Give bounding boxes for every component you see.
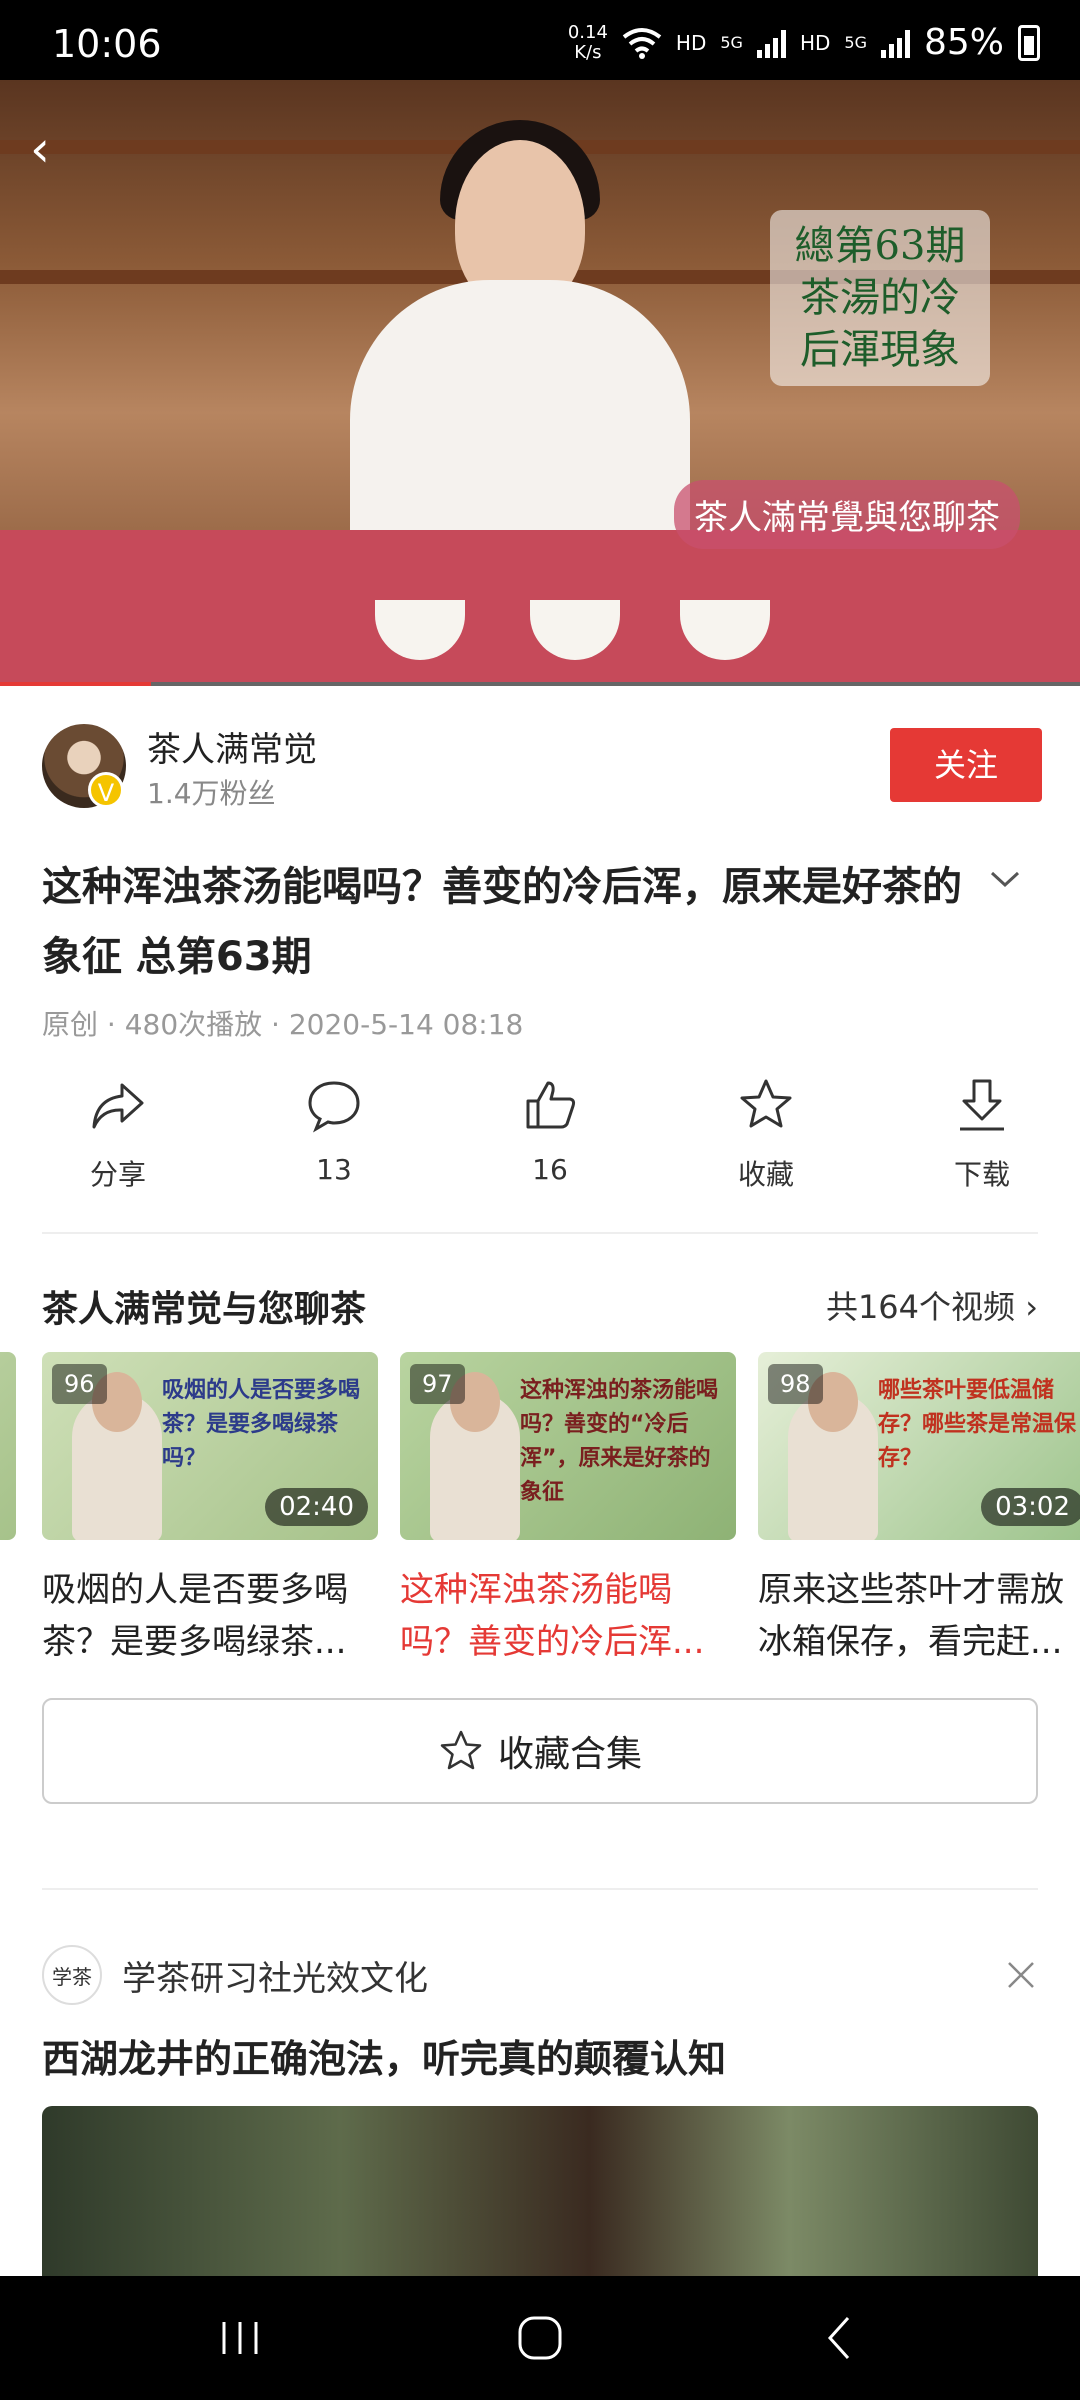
battery-icon <box>1018 24 1040 61</box>
like-count: 16 <box>532 1153 568 1186</box>
chevron-down-icon[interactable] <box>988 862 1022 896</box>
video-overlay-title: 總第63期 茶湯的冷 后渾現象 <box>770 210 990 386</box>
collection-thumbnail <box>0 1352 16 1540</box>
collection-count-link[interactable]: 共164个视频 › <box>826 1282 1038 1328</box>
net-speed-value: 0.14 <box>567 21 608 43</box>
divider <box>42 1232 1038 1234</box>
author-fans: 1.4万粉丝 <box>147 777 276 810</box>
action-bar: 分享 13 16 收藏 下载 <box>0 1075 1080 1215</box>
signal-icon-1 <box>756 28 786 58</box>
favorite-button[interactable]: 收藏 <box>668 1075 864 1215</box>
network-type-2: 5G <box>844 33 867 52</box>
video-progress-fill <box>0 682 152 686</box>
share-button[interactable]: 分享 <box>20 1075 216 1215</box>
author-row[interactable]: V 茶人满常觉 1.4万粉丝 关注 <box>42 722 1042 812</box>
feed-author-name[interactable]: 学茶研习社光效文化 <box>122 1951 428 2000</box>
share-icon <box>92 1083 144 1129</box>
download-icon <box>960 1079 1004 1131</box>
collection-carousel[interactable]: 吸烟的人是否要多喝茶？是要多喝绿茶吗？ 96 02:40 吸烟的人是否要多喝茶？… <box>0 1352 1080 1672</box>
close-icon[interactable] <box>1004 1958 1038 1992</box>
network-speed: 0.14 K/s <box>567 21 608 63</box>
status-time: 10:06 <box>52 22 162 66</box>
star-icon <box>740 1079 792 1128</box>
comment-button[interactable]: 13 <box>236 1075 432 1215</box>
like-icon <box>526 1081 576 1129</box>
collection-thumbnail: 吸烟的人是否要多喝茶？是要多喝绿茶吗？ 96 02:40 <box>42 1352 378 1540</box>
collection-title: 茶人满常觉与您聊茶 <box>42 1289 367 1330</box>
comment-icon <box>308 1081 360 1133</box>
episode-number: 96 <box>52 1364 107 1404</box>
author-name[interactable]: 茶人满常觉 <box>147 722 317 771</box>
feed-author-avatar[interactable]: 学茶 <box>42 1945 102 2005</box>
home-icon[interactable] <box>510 2310 570 2366</box>
collection-item[interactable]: 吸烟的人是否要多喝茶？是要多喝绿茶吗？ 96 02:40 吸烟的人是否要多喝茶？… <box>42 1352 378 1668</box>
comment-count: 13 <box>316 1153 352 1186</box>
video-progress-track[interactable] <box>0 682 1080 686</box>
video-duration: 02:40 <box>265 1488 368 1526</box>
favorite-label: 收藏 <box>737 1158 794 1191</box>
section-divider <box>42 1888 1038 1890</box>
video-meta: 原创 · 480次播放 · 2020-5-14 08:18 <box>42 1008 524 1041</box>
video-title: 这种浑浊茶汤能喝吗？善变的冷后浑，原来是好茶的象征 总第63期 <box>42 864 962 980</box>
back-nav-icon[interactable] <box>810 2310 870 2366</box>
wifi-icon <box>622 27 662 59</box>
thumbnail-text: 吸烟的人是否要多喝茶？是要多喝绿茶吗？ <box>162 1378 361 1471</box>
feed-video-thumbnail[interactable] <box>42 2106 1038 2276</box>
collection-thumbnail: 哪些茶叶要低温储存？哪些茶是常温保存？ 98 03:02 <box>758 1352 1080 1540</box>
collection-item[interactable]: 哪些茶叶要低温储存？哪些茶是常温保存？ 98 03:02 原来这些茶叶才需放冰箱… <box>758 1352 1080 1668</box>
recent-apps-icon[interactable] <box>210 2310 270 2366</box>
collection-item-title: 原来这些茶叶才需放冰箱保存，看完赶... <box>758 1570 1064 1662</box>
collection-item-current[interactable]: 这种浑浊的茶汤能喝吗？善变的“冷后浑”，原来是好茶的象征 97 这种浑浊茶汤能喝… <box>400 1352 736 1668</box>
network-type-1: 5G <box>720 33 743 52</box>
hd-label-1: HD <box>675 30 707 55</box>
status-icons: 0.14 K/s HD 5G HD 5G 85% <box>568 22 1040 63</box>
feed-video-title[interactable]: 西湖龙井的正确泡法，听完真的颠覆认知 <box>42 2028 726 2083</box>
chevron-right-icon: › <box>1015 1288 1038 1326</box>
navigation-bar <box>0 2276 1080 2400</box>
thumbnail-text: 哪些茶叶要低温储存？哪些茶是常温保存？ <box>878 1378 1077 1471</box>
video-player[interactable]: ‹ 總第63期 茶湯的冷 后渾現象 茶人滿常覺與您聊茶 <box>0 80 1080 685</box>
collect-playlist-button[interactable]: 收藏合集 <box>42 1698 1038 1804</box>
like-button[interactable]: 16 <box>452 1075 648 1215</box>
download-label: 下载 <box>953 1158 1010 1191</box>
follow-button[interactable]: 关注 <box>890 728 1042 802</box>
collection-thumbnail: 这种浑浊的茶汤能喝吗？善变的“冷后浑”，原来是好茶的象征 97 <box>400 1352 736 1540</box>
episode-number: 97 <box>410 1364 465 1404</box>
collection-item-title: 这种浑浊茶汤能喝吗？善变的冷后浑... <box>400 1570 705 1662</box>
battery-percent: 85% <box>923 22 1004 63</box>
collection-item-title: 吸烟的人是否要多喝茶？是要多喝绿茶... <box>42 1570 348 1662</box>
status-bar: 10:06 0.14 K/s HD 5G HD 5G 85% <box>0 0 1080 80</box>
share-label: 分享 <box>89 1158 146 1191</box>
signal-icon-2 <box>880 28 910 58</box>
video-duration: 03:02 <box>981 1488 1080 1526</box>
back-icon[interactable]: ‹ <box>30 120 50 178</box>
verified-badge: V <box>88 772 124 808</box>
feed-author[interactable]: 学茶 学茶研习社光效文化 <box>42 1945 428 2005</box>
hd-label-2: HD <box>799 30 831 55</box>
video-overlay-subtitle: 茶人滿常覺與您聊茶 <box>674 480 1020 549</box>
download-button[interactable]: 下载 <box>884 1075 1080 1215</box>
net-speed-unit: K/s <box>574 41 602 63</box>
collection-count: 共164个视频 <box>825 1288 1016 1326</box>
star-icon <box>440 1730 482 1770</box>
thumbnail-text: 这种浑浊的茶汤能喝吗？善变的“冷后浑”，原来是好茶的象征 <box>520 1378 719 1505</box>
episode-number: 98 <box>768 1364 823 1404</box>
collect-playlist-label: 收藏合集 <box>497 1734 642 1775</box>
collection-item-partial[interactable] <box>0 1352 16 1540</box>
